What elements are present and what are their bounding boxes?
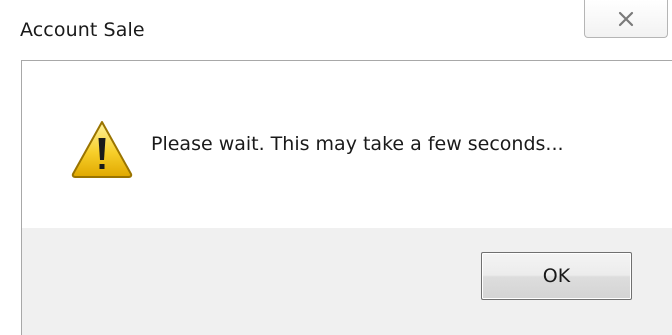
button-area: OK (22, 228, 672, 335)
dialog-title: Account Sale (20, 19, 145, 41)
close-icon (618, 11, 634, 26)
title-bar[interactable]: Account Sale (0, 0, 672, 60)
dialog-window: Account Sale Please wait. This may take … (0, 0, 672, 335)
dialog-message: Please wait. This may take a few seconds… (151, 133, 564, 155)
close-button[interactable] (584, 0, 668, 38)
message-area: Please wait. This may take a few seconds… (22, 61, 672, 228)
dialog-body: Please wait. This may take a few seconds… (21, 60, 672, 335)
ok-button[interactable]: OK (481, 252, 632, 300)
warning-icon (71, 121, 133, 178)
